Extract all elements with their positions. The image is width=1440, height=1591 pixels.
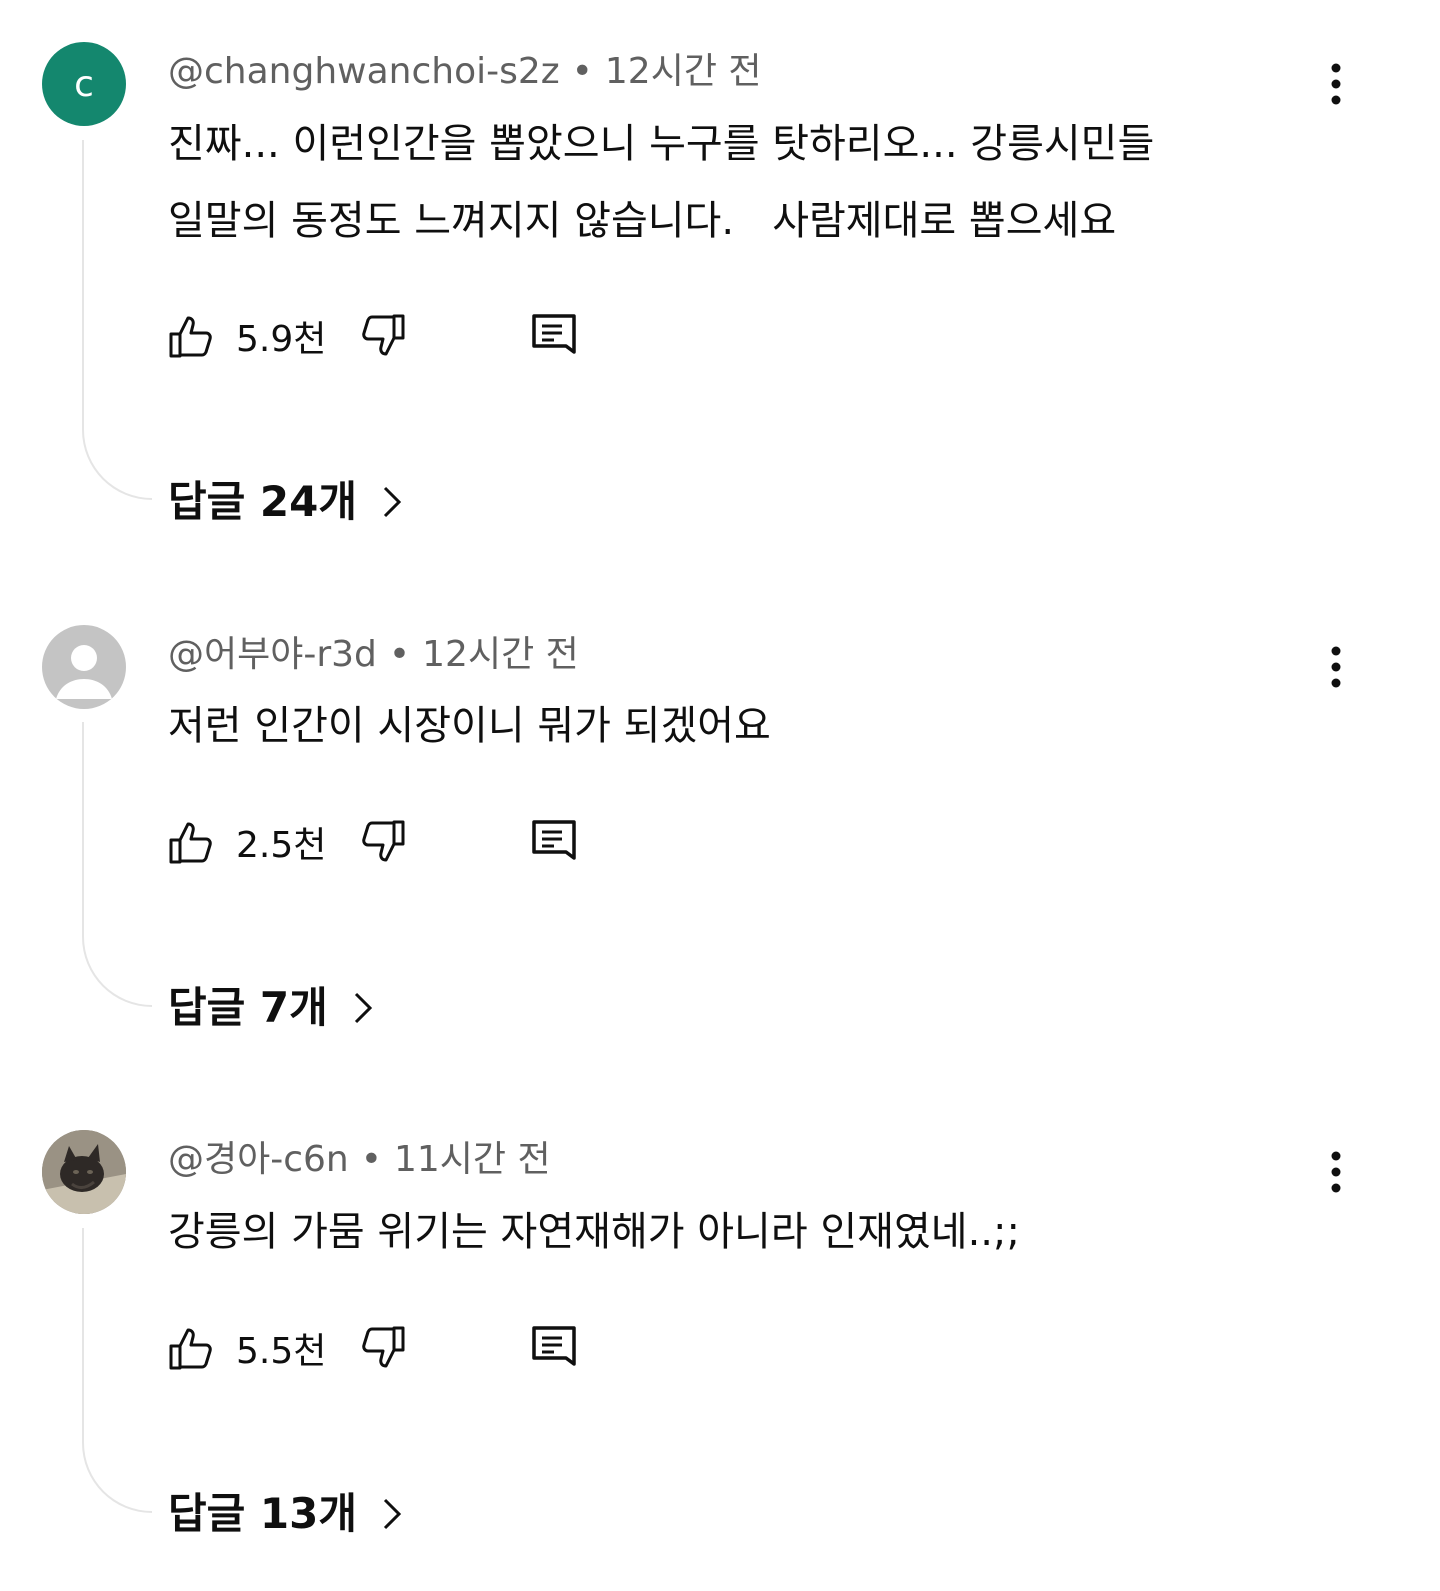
- chevron-right-icon: [383, 1498, 402, 1530]
- like-count: 5.9천: [236, 319, 327, 360]
- thread-line: [82, 140, 152, 500]
- timestamp[interactable]: 12시간 전: [605, 51, 762, 92]
- thumbs-down-icon[interactable]: [358, 818, 406, 866]
- comment-line: 일말의 동정도 느껴지지 않습니다. 사람제대로 뽑으세요: [168, 198, 1117, 244]
- timestamp[interactable]: 12시간 전: [422, 634, 579, 675]
- comment-line: 저런 인간이 시장이니 뭐가 되겠어요: [168, 703, 771, 749]
- comment-text: 진짜... 이런인간을 뽑았으니 누구를 탓하리오... 강릉시민들일말의 동정…: [168, 106, 1154, 260]
- comment-header: @경아-c6n • 11시간 전: [168, 1138, 551, 1182]
- comment-reply-icon[interactable]: [530, 312, 578, 360]
- comment-text: 강릉의 가뭄 위기는 자연재해가 아니라 인재였네..;;: [168, 1194, 1020, 1271]
- thumbs-up-icon[interactable]: [168, 818, 216, 866]
- thread-line: [82, 722, 152, 1007]
- view-replies-button[interactable]: 답글 13개: [168, 1484, 407, 1544]
- comment-header: @어부야-r3d • 12시간 전: [168, 633, 579, 677]
- comment-text: 저런 인간이 시장이니 뭐가 되겠어요: [168, 688, 771, 765]
- comment-header: @changhwanchoi-s2z • 12시간 전: [168, 50, 762, 94]
- author-name[interactable]: @어부야-r3d: [168, 634, 377, 675]
- comment-actions: 2.5천: [168, 814, 578, 870]
- like-count: 5.5천: [236, 1331, 327, 1372]
- separator: •: [360, 1139, 382, 1180]
- replies-label: 답글 24개: [168, 477, 357, 526]
- more-vertical-icon: [1331, 646, 1341, 688]
- thread-line: [82, 1228, 152, 1513]
- chevron-right-icon: [354, 992, 372, 1024]
- more-options-button[interactable]: [1320, 1148, 1352, 1196]
- avatar-letter: c: [74, 63, 94, 105]
- replies-label: 답글 7개: [168, 983, 328, 1032]
- replies-label: 답글 13개: [168, 1489, 357, 1538]
- avatar[interactable]: [42, 625, 126, 709]
- thumbs-down-icon[interactable]: [358, 312, 406, 360]
- thumbs-up-icon[interactable]: [168, 312, 216, 360]
- comment-actions: 5.5천: [168, 1320, 578, 1376]
- cat-photo-avatar: [42, 1130, 126, 1214]
- author-name[interactable]: @changhwanchoi-s2z: [168, 51, 560, 92]
- timestamp[interactable]: 11시간 전: [394, 1139, 551, 1180]
- view-replies-button[interactable]: 답글 7개: [168, 978, 378, 1038]
- avatar[interactable]: c: [42, 42, 126, 126]
- thumbs-up-icon[interactable]: [168, 1324, 216, 1372]
- comment-reply-icon[interactable]: [530, 818, 578, 866]
- comment-line: 강릉의 가뭄 위기는 자연재해가 아니라 인재였네..;;: [168, 1209, 1020, 1255]
- comment-line: 진짜... 이런인간을 뽑았으니 누구를 탓하리오... 강릉시민들: [168, 121, 1155, 167]
- author-name[interactable]: @경아-c6n: [168, 1139, 349, 1180]
- thumbs-down-icon[interactable]: [358, 1324, 406, 1372]
- comment-reply-icon[interactable]: [530, 1324, 578, 1372]
- like-count: 2.5천: [236, 825, 327, 866]
- more-vertical-icon: [1331, 63, 1341, 105]
- avatar[interactable]: [42, 1130, 126, 1214]
- chevron-right-icon: [383, 486, 402, 518]
- separator: •: [571, 51, 593, 92]
- default-user-icon: [56, 645, 112, 699]
- view-replies-button[interactable]: 답글 24개: [168, 472, 407, 532]
- comment-actions: 5.9천: [168, 308, 578, 364]
- separator: •: [388, 634, 411, 675]
- more-options-button[interactable]: [1320, 643, 1352, 691]
- more-options-button[interactable]: [1320, 60, 1352, 108]
- more-vertical-icon: [1331, 1151, 1341, 1193]
